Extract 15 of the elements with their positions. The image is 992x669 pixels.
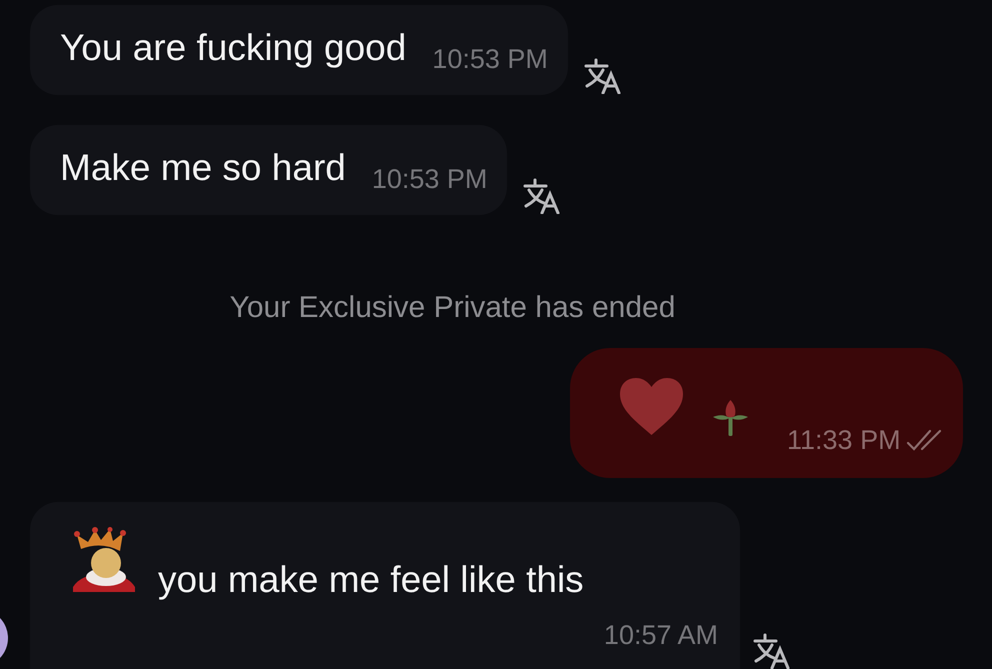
rose-emoji-icon <box>713 400 748 436</box>
heart-emoji-icon <box>620 378 683 435</box>
avatar-icon[interactable] <box>0 618 8 658</box>
crown-emoji-icon <box>73 527 135 592</box>
translate-icon[interactable] <box>522 178 562 214</box>
message-text: You are fucking good <box>60 26 406 70</box>
message-time: 10:57 AM <box>604 619 718 651</box>
message-time: 10:53 PM <box>432 43 548 75</box>
message-text: Make me so hard <box>60 146 346 190</box>
message-time: 11:33 PM <box>787 424 901 456</box>
translate-icon[interactable] <box>582 58 623 94</box>
translate-icon[interactable] <box>752 633 792 669</box>
message-text: you make me feel like this <box>158 558 584 602</box>
message-time: 10:53 PM <box>372 163 488 195</box>
system-message: Your Exclusive Private has ended <box>230 291 676 325</box>
